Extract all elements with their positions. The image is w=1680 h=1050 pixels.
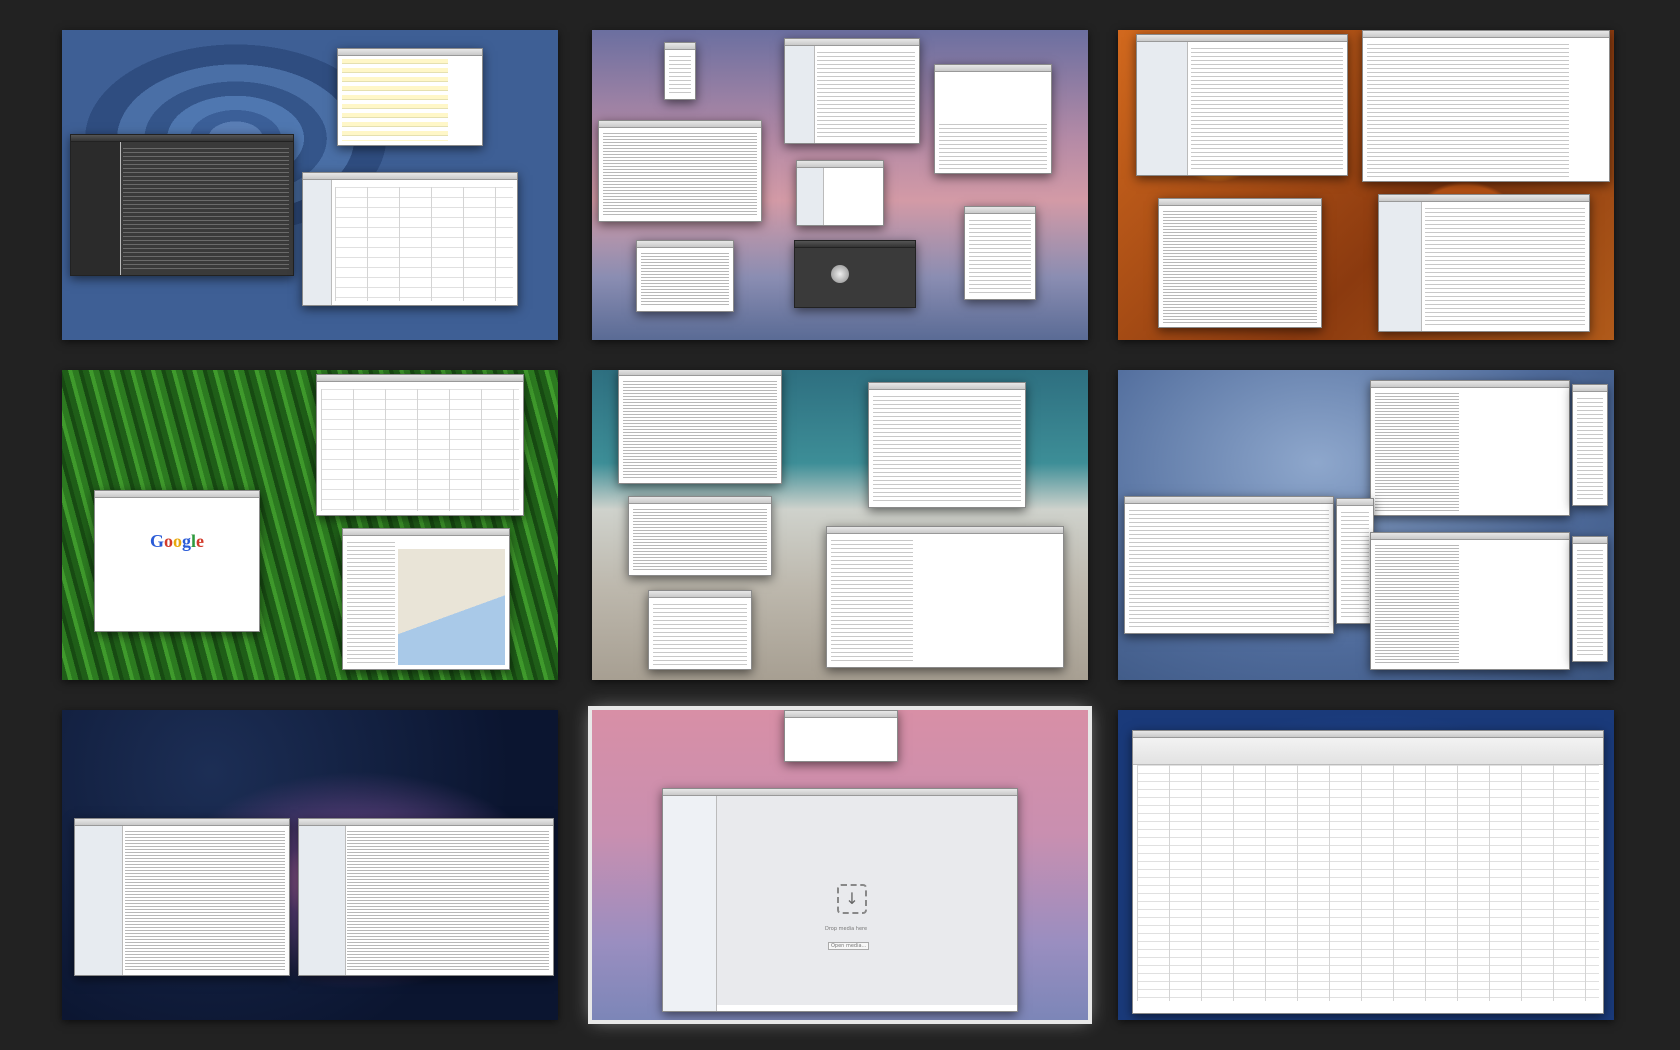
browser-window[interactable]: [784, 38, 920, 144]
vlc-media-player-window[interactable]: ↓ Drop media here Open media...: [662, 788, 1018, 1012]
palette-window[interactable]: [664, 42, 696, 100]
drop-media-icon: ↓: [837, 883, 867, 914]
ide-window-2[interactable]: [1362, 30, 1610, 182]
open-dialog-window[interactable]: [784, 710, 898, 762]
editor-window[interactable]: [598, 120, 762, 222]
space-tile-6[interactable]: [1118, 370, 1614, 680]
space-tile-7[interactable]: [62, 710, 558, 1020]
space-tile-2[interactable]: [592, 30, 1088, 340]
document-window[interactable]: [964, 206, 1036, 300]
docs-window[interactable]: [1378, 194, 1590, 332]
settings-window[interactable]: [796, 160, 884, 226]
open-media-button[interactable]: Open media...: [828, 942, 870, 951]
terminal-window-1[interactable]: [618, 370, 782, 484]
space-tile-5[interactable]: [592, 370, 1088, 680]
playlist-area[interactable]: ↓ Drop media here Open media...: [717, 796, 1017, 1005]
outline-panel-1[interactable]: [1572, 384, 1608, 506]
calendar-window[interactable]: [316, 374, 524, 516]
webpage-window[interactable]: [934, 64, 1052, 174]
spreadsheet-toolbar[interactable]: [1133, 738, 1603, 765]
terminal-window-3[interactable]: [628, 496, 772, 576]
chat-window[interactable]: [337, 48, 483, 146]
spreadsheet-grid[interactable]: [1137, 765, 1599, 1001]
ide-window-1[interactable]: [1136, 34, 1348, 176]
xml-editor-window-1[interactable]: [1370, 380, 1570, 516]
google-search-window[interactable]: Google: [94, 490, 260, 632]
log-viewer-window-2[interactable]: [298, 818, 554, 976]
music-player-window[interactable]: [70, 134, 294, 276]
text-editor-window[interactable]: [826, 526, 1064, 668]
outline-panel-2[interactable]: [1336, 498, 1374, 624]
outline-panel-3[interactable]: [1572, 536, 1608, 662]
space-tile-8-active[interactable]: ↓ Drop media here Open media...: [588, 706, 1092, 1024]
audio-mixer-window[interactable]: [794, 240, 916, 308]
terminal-window-2[interactable]: [868, 382, 1026, 508]
google-logo: Google: [149, 531, 205, 551]
space-tile-1[interactable]: [62, 30, 558, 340]
spreadsheet-window[interactable]: [1132, 730, 1604, 1014]
maps-window[interactable]: [342, 528, 510, 670]
space-tile-4[interactable]: Google: [62, 370, 558, 680]
space-tile-3[interactable]: [1118, 30, 1614, 340]
log-viewer-window-1[interactable]: [74, 818, 290, 976]
drop-media-label: Drop media here: [825, 925, 868, 932]
html-editor-window[interactable]: [1124, 496, 1334, 634]
xml-editor-window-2[interactable]: [1370, 532, 1570, 670]
mail-window[interactable]: [302, 172, 518, 306]
terminal-window-4[interactable]: [648, 590, 752, 670]
space-tile-9[interactable]: [1118, 710, 1614, 1020]
file-inspector-window[interactable]: [1158, 198, 1322, 328]
list-window[interactable]: [636, 240, 734, 312]
